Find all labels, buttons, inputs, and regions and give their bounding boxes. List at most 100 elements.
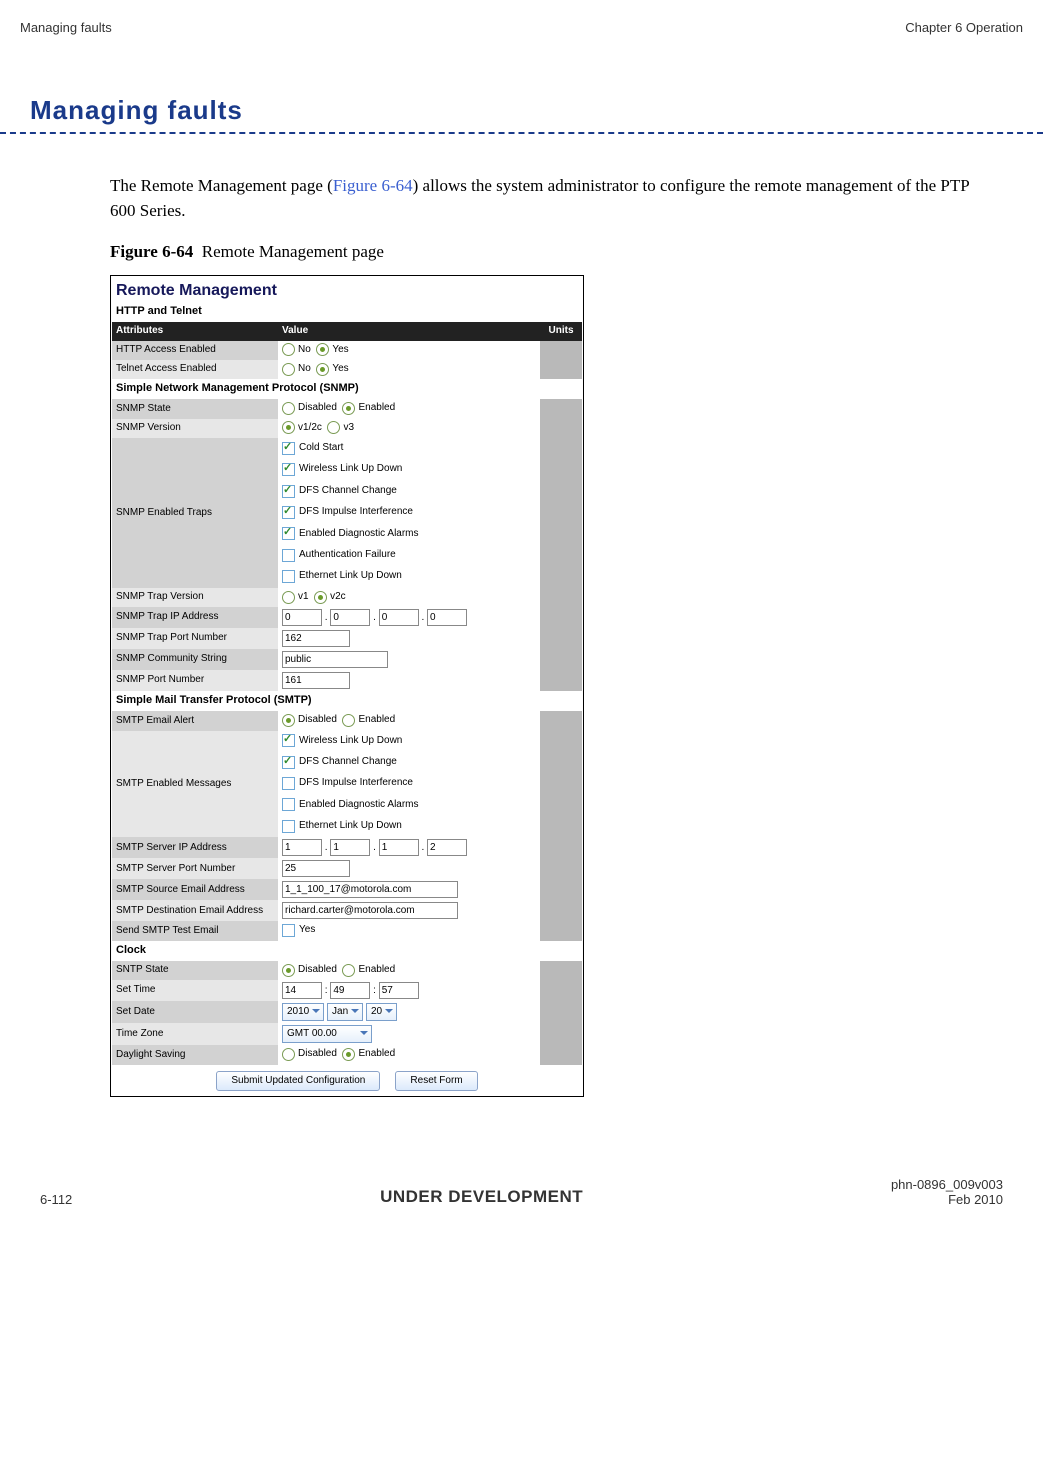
- check-trap-wireless-updown[interactable]: [282, 463, 295, 476]
- radio-http-yes[interactable]: [316, 343, 329, 356]
- check-msg-diag-alarms-label: Enabled Diagnostic Alarms: [299, 799, 419, 810]
- radio-smtp-disabled-label: Disabled: [298, 714, 337, 725]
- check-msg-wireless-updown[interactable]: [282, 734, 295, 747]
- input-smtp-dest[interactable]: richard.carter@motorola.com: [282, 902, 458, 919]
- intro-paragraph: The Remote Management page (Figure 6-64)…: [110, 174, 983, 223]
- input-snmp-community[interactable]: public: [282, 651, 388, 668]
- label-snmp-state: SNMP State: [112, 399, 278, 418]
- select-year[interactable]: 2010: [282, 1003, 324, 1021]
- input-time-h[interactable]: 14: [282, 982, 322, 999]
- radio-dst-enabled-label: Enabled: [358, 1048, 395, 1059]
- row-telnet-access: Telnet Access Enabled No Yes: [112, 360, 582, 379]
- check-trap-auth-failure[interactable]: [282, 549, 295, 562]
- radio-snmp-disabled[interactable]: [282, 402, 295, 415]
- radio-sntp-enabled-label: Enabled: [358, 964, 395, 975]
- radio-smtp-enabled[interactable]: [342, 714, 355, 727]
- radio-snmp-enabled[interactable]: [342, 402, 355, 415]
- input-snmp-ip-b[interactable]: 0: [330, 609, 370, 626]
- radio-smtp-disabled[interactable]: [282, 714, 295, 727]
- radio-http-no[interactable]: [282, 343, 295, 356]
- input-snmp-ip-c[interactable]: 0: [379, 609, 419, 626]
- check-msg-eth-updown-label: Ethernet Link Up Down: [299, 820, 402, 831]
- input-snmp-trap-port[interactable]: 162: [282, 630, 350, 647]
- label-snmp-trap-version: SNMP Trap Version: [112, 588, 278, 607]
- radio-http-no-label: No: [298, 344, 311, 355]
- radio-sntp-disabled[interactable]: [282, 964, 295, 977]
- figure-crossref[interactable]: Figure 6-64: [333, 176, 413, 195]
- input-time-m[interactable]: 49: [330, 982, 370, 999]
- select-timezone[interactable]: GMT 00.00: [282, 1025, 372, 1043]
- radio-dst-disabled[interactable]: [282, 1048, 295, 1061]
- check-trap-eth-updown-label: Ethernet Link Up Down: [299, 570, 402, 581]
- row-smtp-port: SMTP Server Port Number 25: [112, 858, 582, 879]
- radio-trap-v1-label: v1: [298, 591, 309, 602]
- radio-telnet-yes[interactable]: [316, 363, 329, 376]
- check-trap-diag-alarms[interactable]: [282, 527, 295, 540]
- label-snmp-traps: SNMP Enabled Traps: [112, 438, 278, 588]
- radio-sntp-enabled[interactable]: [342, 964, 355, 977]
- check-trap-dfs-impulse[interactable]: [282, 506, 295, 519]
- col-units: Units: [540, 322, 582, 341]
- row-smtp-alert: SMTP Email Alert Disabled Enabled: [112, 711, 582, 730]
- input-smtp-source[interactable]: 1_1_100_17@motorola.com: [282, 881, 458, 898]
- label-snmp-trap-port: SNMP Trap Port Number: [112, 628, 278, 649]
- radio-telnet-no-label: No: [298, 363, 311, 374]
- check-trap-eth-updown[interactable]: [282, 570, 295, 583]
- figure-caption: Figure 6-64 Remote Management page: [110, 240, 983, 265]
- radio-trap-v1[interactable]: [282, 591, 295, 604]
- section-http-telnet: HTTP and Telnet: [112, 302, 582, 322]
- check-trap-dfs-channel-label: DFS Channel Change: [299, 485, 397, 496]
- radio-snmp-v12c-label: v1/2c: [298, 422, 322, 433]
- row-daylight-saving: Daylight Saving Disabled Enabled: [112, 1045, 582, 1064]
- check-msg-dfs-impulse[interactable]: [282, 777, 295, 790]
- select-month[interactable]: Jan: [327, 1003, 363, 1021]
- label-http-access: HTTP Access Enabled: [112, 341, 278, 360]
- row-snmp-community: SNMP Community String public: [112, 649, 582, 670]
- label-snmp-trap-ip: SNMP Trap IP Address: [112, 607, 278, 628]
- radio-snmp-v12c[interactable]: [282, 421, 295, 434]
- input-snmp-ip-a[interactable]: 0: [282, 609, 322, 626]
- label-smtp-port: SMTP Server Port Number: [112, 858, 278, 879]
- input-smtp-ip-d[interactable]: 2: [427, 839, 467, 856]
- reset-button[interactable]: Reset Form: [395, 1071, 477, 1092]
- label-smtp-alert: SMTP Email Alert: [112, 711, 278, 730]
- submit-button[interactable]: Submit Updated Configuration: [216, 1071, 380, 1092]
- label-smtp-test: Send SMTP Test Email: [112, 921, 278, 940]
- radio-snmp-v3[interactable]: [327, 421, 340, 434]
- check-trap-coldstart[interactable]: [282, 442, 295, 455]
- figure-heading: Remote Management: [112, 277, 582, 302]
- input-snmp-ip-d[interactable]: 0: [427, 609, 467, 626]
- input-snmp-port[interactable]: 161: [282, 672, 350, 689]
- footer-page-number: 6-112: [40, 1192, 72, 1207]
- input-time-s[interactable]: 57: [379, 982, 419, 999]
- label-set-date: Set Date: [112, 1001, 278, 1023]
- input-smtp-ip-a[interactable]: 1: [282, 839, 322, 856]
- check-trap-dfs-channel[interactable]: [282, 485, 295, 498]
- check-msg-dfs-channel[interactable]: [282, 756, 295, 769]
- input-smtp-port[interactable]: 25: [282, 860, 350, 877]
- input-smtp-ip-c[interactable]: 1: [379, 839, 419, 856]
- label-timezone: Time Zone: [112, 1023, 278, 1045]
- radio-http-yes-label: Yes: [332, 344, 348, 355]
- radio-sntp-disabled-label: Disabled: [298, 964, 337, 975]
- check-smtp-test[interactable]: [282, 924, 295, 937]
- check-msg-diag-alarms[interactable]: [282, 798, 295, 811]
- radio-dst-enabled[interactable]: [342, 1048, 355, 1061]
- radio-snmp-enabled-label: Enabled: [358, 402, 395, 413]
- label-daylight-saving: Daylight Saving: [112, 1045, 278, 1064]
- radio-trap-v2c[interactable]: [314, 591, 327, 604]
- header-left: Managing faults: [20, 20, 112, 35]
- row-smtp-dest: SMTP Destination Email Address richard.c…: [112, 900, 582, 921]
- label-smtp-dest: SMTP Destination Email Address: [112, 900, 278, 921]
- input-smtp-ip-b[interactable]: 1: [330, 839, 370, 856]
- footer-status: UNDER DEVELOPMENT: [380, 1187, 583, 1207]
- check-trap-diag-alarms-label: Enabled Diagnostic Alarms: [299, 528, 419, 539]
- select-day[interactable]: 20: [366, 1003, 397, 1021]
- label-smtp-ip: SMTP Server IP Address: [112, 837, 278, 858]
- label-smtp-source: SMTP Source Email Address: [112, 879, 278, 900]
- check-msg-eth-updown[interactable]: [282, 820, 295, 833]
- caption-text: Remote Management page: [202, 242, 384, 261]
- radio-telnet-no[interactable]: [282, 363, 295, 376]
- row-snmp-state: SNMP State Disabled Enabled: [112, 399, 582, 418]
- row-sntp-state: SNTP State Disabled Enabled: [112, 961, 582, 980]
